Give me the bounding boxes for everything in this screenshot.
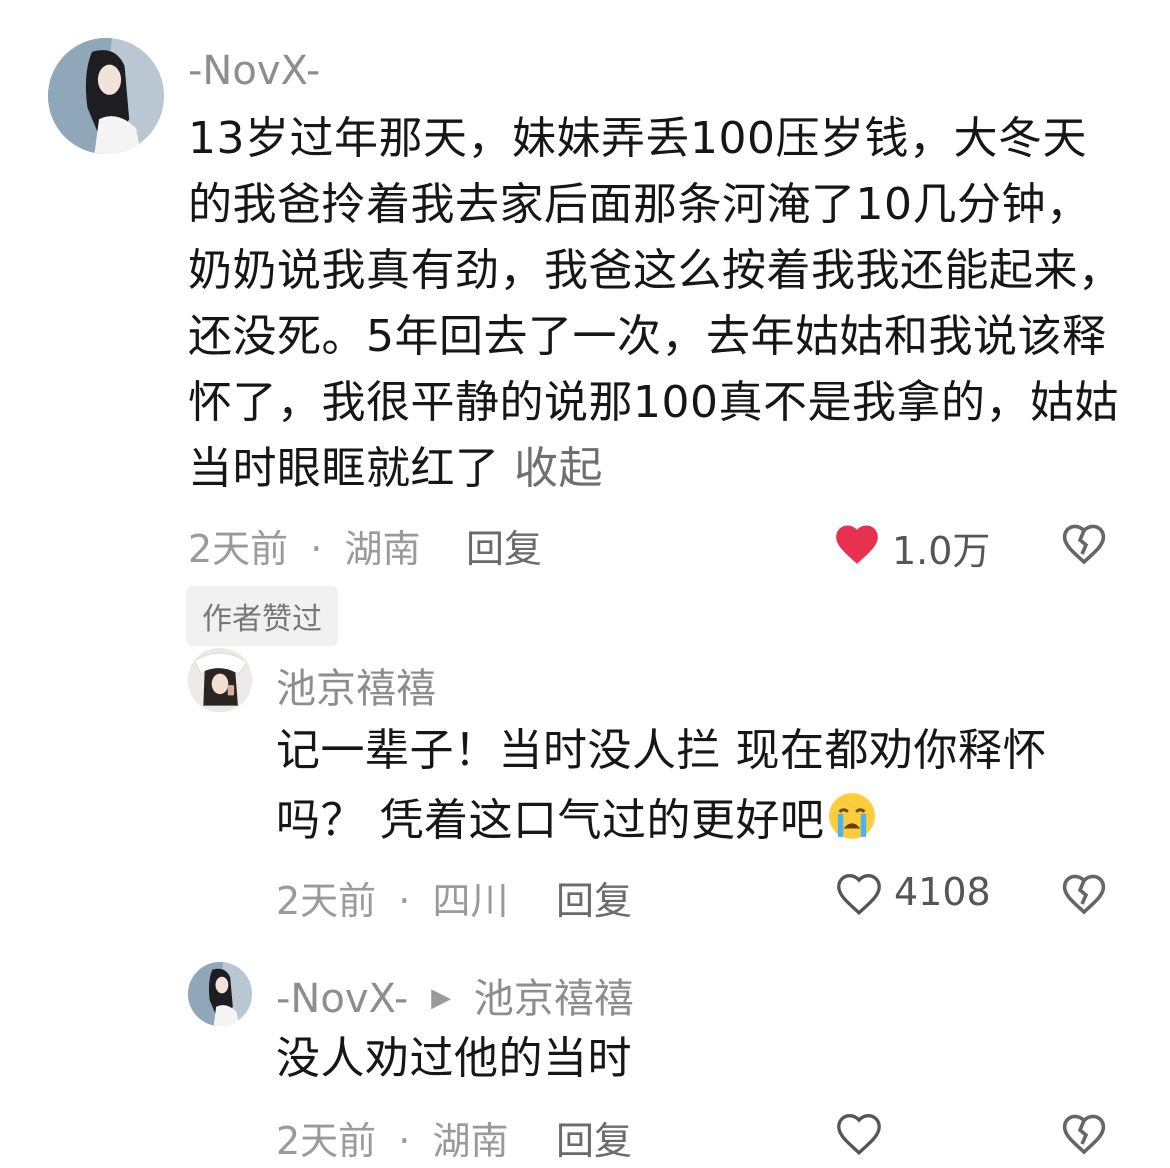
comment-username[interactable]: -NovX- (188, 48, 320, 94)
heart-outline-icon[interactable] (834, 870, 884, 916)
reply-button[interactable]: 回复 (556, 1110, 632, 1165)
reply-button[interactable]: 回复 (556, 870, 632, 925)
avatar[interactable] (48, 38, 164, 154)
comment-text-content: 记一辈子！当时没人拦 现在都劝你释怀吗？ 凭着这口气过的更好吧 (276, 725, 1047, 846)
comment-text: 记一辈子！当时没人拦 现在都劝你释怀吗？ 凭着这口气过的更好吧 (276, 716, 1106, 856)
comment-time: 2天前 (188, 527, 289, 571)
comment-meta: 2天前 · 湖南 (188, 518, 420, 573)
comment-meta: 2天前 · 四川 (276, 870, 508, 925)
dislike-broken-heart-icon[interactable] (1060, 1110, 1108, 1156)
comment-username[interactable]: 池京禧禧 (276, 656, 436, 714)
heart-filled-icon[interactable] (832, 520, 882, 566)
comment-location: 湖南 (432, 1119, 509, 1163)
heart-outline-icon[interactable] (834, 1110, 884, 1156)
meta-separator: · (398, 879, 411, 923)
crying-face-icon (827, 791, 877, 841)
reply-to-username[interactable]: 池京禧禧 (474, 976, 634, 1022)
dislike-broken-heart-icon[interactable] (1060, 520, 1108, 566)
comment-location: 湖南 (344, 527, 421, 571)
dislike-broken-heart-icon[interactable] (1060, 870, 1108, 916)
author-liked-badge: 作者赞过 (186, 586, 338, 646)
reply-button[interactable]: 回复 (466, 518, 542, 573)
comment-username[interactable]: -NovX- (276, 976, 408, 1022)
comment-location: 四川 (432, 879, 509, 923)
reply-header: -NovX- ▶ 池京禧禧 (276, 966, 634, 1024)
collapse-link[interactable]: 收起 (514, 443, 603, 494)
meta-separator: · (398, 1119, 411, 1163)
comment-text-content: 没人劝过他的当时 (276, 1033, 632, 1084)
meta-separator: · (310, 527, 323, 571)
reply-arrow-icon: ▶ (431, 983, 452, 1013)
comment-text: 没人劝过他的当时 (276, 1026, 1106, 1092)
like-count: 4108 (894, 870, 991, 914)
comment-time: 2天前 (276, 879, 377, 923)
comment-meta: 2天前 · 湖南 (276, 1110, 508, 1165)
like-count: 1.0万 (892, 529, 991, 573)
avatar[interactable] (188, 962, 252, 1026)
comment-text-content: 13岁过年那天，妹妹弄丢100压岁钱，大冬天的我爸拎着我去家后面那条河淹了10几… (188, 113, 1123, 494)
avatar[interactable] (188, 648, 252, 712)
comment-text: 13岁过年那天，妹妹弄丢100压岁钱，大冬天的我爸拎着我去家后面那条河淹了10几… (188, 106, 1128, 502)
comment-time: 2天前 (276, 1119, 377, 1163)
